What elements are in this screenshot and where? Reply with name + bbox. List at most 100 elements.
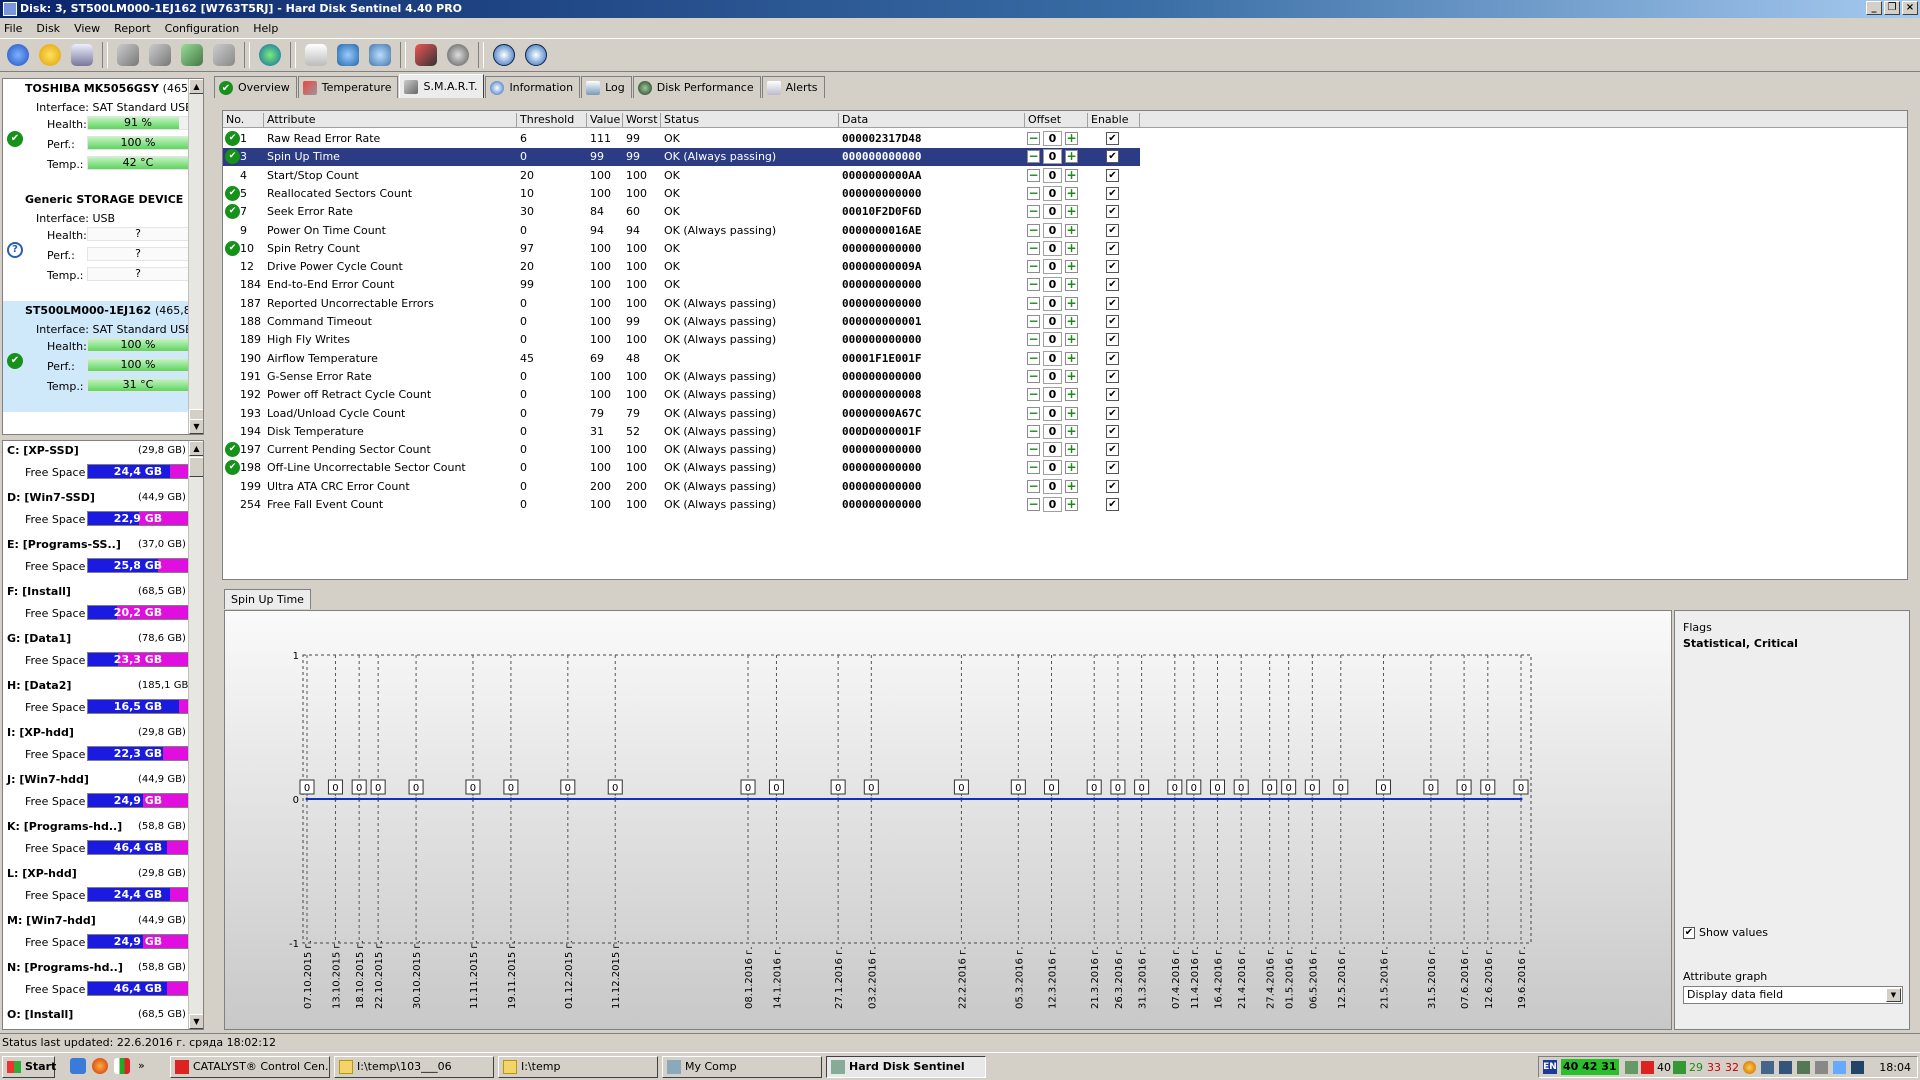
minus-icon[interactable]: −: [1027, 479, 1040, 493]
enable-checkbox[interactable]: ✔: [1106, 205, 1119, 219]
show-values-checkbox[interactable]: ✔ Show values: [1683, 926, 1768, 939]
task-hard-disk-sentinel[interactable]: Hard Disk Sentinel: [826, 1056, 986, 1078]
volume-item[interactable]: H: [Data2] (185,1 GB) Free Space 16,5 GB: [3, 676, 203, 723]
table-row[interactable]: 193 Load/Unload Cycle Count 0 79 79 OK (Alway…: [223, 405, 1140, 423]
chevron-down-icon[interactable]: ▼: [1886, 988, 1901, 1002]
enable-checkbox[interactable]: ✔: [1106, 278, 1119, 292]
menu-configuration[interactable]: Configuration: [165, 22, 240, 35]
test-button-4[interactable]: [210, 41, 238, 69]
enable-checkbox[interactable]: ✔: [1106, 333, 1119, 347]
tab-smart[interactable]: S.M.A.R.T.: [399, 74, 485, 98]
task-my-comp[interactable]: My Comp: [662, 1056, 822, 1078]
offset-field[interactable]: 0: [1043, 350, 1062, 366]
table-row[interactable]: ✔ 197 Current Pending Sector Count 0 100 100 O…: [223, 441, 1140, 459]
col-no[interactable]: No.: [223, 113, 264, 128]
minus-icon[interactable]: −: [1027, 369, 1040, 383]
language-indicator[interactable]: EN: [1543, 1060, 1557, 1074]
volume-item[interactable]: N: [Programs-hd..] (58,8 GB) Free Space 46,…: [3, 958, 203, 1005]
table-row[interactable]: ✔ 198 Off-Line Uncorrectable Sector Count 0…: [223, 459, 1140, 477]
enable-checkbox[interactable]: ✔: [1106, 132, 1119, 145]
tray-gauge-icon[interactable]: [1743, 1061, 1756, 1074]
enable-checkbox[interactable]: ✔: [1106, 443, 1119, 457]
quicklaunch-firefox-icon[interactable]: [92, 1058, 108, 1074]
scroll-up-arrow-icon[interactable]: ▲: [189, 441, 203, 456]
plus-icon[interactable]: +: [1065, 424, 1078, 438]
tray-ati-icon[interactable]: [1641, 1061, 1654, 1074]
chevron-right-icon[interactable]: »: [138, 1058, 150, 1074]
col-worst[interactable]: Worst: [623, 113, 661, 128]
network-button[interactable]: [366, 41, 394, 69]
attribute-graph-select[interactable]: Display data field ▼: [1683, 986, 1903, 1004]
disk-button[interactable]: [68, 41, 96, 69]
menu-disk[interactable]: Disk: [36, 22, 60, 35]
table-row[interactable]: 199 Ultra ATA CRC Error Count 0 200 200 OK (A…: [223, 478, 1140, 496]
plus-icon[interactable]: +: [1065, 315, 1078, 328]
volume-item[interactable]: J: [Win7-hdd] (44,9 GB) Free Space 24,9 GB: [3, 770, 203, 817]
stop-button[interactable]: [412, 41, 440, 69]
plus-icon[interactable]: +: [1065, 369, 1078, 383]
tab-disk-performance[interactable]: Disk Performance: [632, 76, 761, 98]
info-button[interactable]: [522, 41, 550, 69]
minus-icon[interactable]: −: [1027, 205, 1040, 219]
web-button[interactable]: [256, 41, 284, 69]
volume-item[interactable]: M: [Win7-hdd] (44,9 GB) Free Space 24,9 GB: [3, 911, 203, 958]
enable-checkbox[interactable]: ✔: [1106, 479, 1119, 493]
offset-field[interactable]: 0: [1043, 387, 1062, 403]
offset-field[interactable]: 0: [1043, 332, 1062, 348]
enable-checkbox[interactable]: ✔: [1106, 369, 1119, 383]
offset-field[interactable]: 0: [1043, 277, 1062, 293]
tray-monitor-icon[interactable]: [1625, 1061, 1638, 1074]
offset-field[interactable]: 0: [1043, 222, 1062, 238]
test-button-1[interactable]: [114, 41, 142, 69]
plus-icon[interactable]: +: [1065, 498, 1078, 511]
minus-icon[interactable]: −: [1027, 424, 1040, 438]
plus-icon[interactable]: +: [1065, 406, 1078, 420]
plus-icon[interactable]: +: [1065, 443, 1078, 457]
volume-item[interactable]: O: [Install] (68,5 GB): [3, 1005, 203, 1029]
minus-icon[interactable]: −: [1027, 315, 1040, 328]
volume-item[interactable]: C: [XP-SSD] (29,8 GB) Free Space 24,4 GB: [3, 441, 203, 488]
table-row[interactable]: 194 Disk Temperature 0 31 52 OK (Always passi…: [223, 423, 1140, 441]
table-row[interactable]: ✔ 3 Spin Up Time 0 99 99 OK (Always passing) 00…: [223, 148, 1140, 167]
enable-checkbox[interactable]: ✔: [1106, 150, 1119, 164]
enable-checkbox[interactable]: ✔: [1106, 168, 1119, 182]
volume-item[interactable]: K: [Programs-hd..] (58,8 GB) Free Space 46,…: [3, 817, 203, 864]
scroll-up-arrow-icon[interactable]: ▲: [189, 79, 203, 94]
enable-checkbox[interactable]: ✔: [1106, 351, 1119, 365]
hds-temperature-tray[interactable]: 40 42 31: [1561, 1059, 1619, 1075]
offset-field[interactable]: 0: [1043, 368, 1062, 384]
plus-icon[interactable]: +: [1065, 260, 1078, 274]
tray-shield-icon[interactable]: [1851, 1061, 1864, 1074]
quicklaunch-ie-icon[interactable]: [70, 1058, 86, 1074]
plus-icon[interactable]: +: [1065, 223, 1078, 237]
table-row[interactable]: 189 High Fly Writes 0 100 100 OK (Always pass…: [223, 331, 1140, 349]
enable-checkbox[interactable]: ✔: [1106, 461, 1119, 475]
quicklaunch-flag-icon[interactable]: [114, 1058, 130, 1074]
test-button-2[interactable]: [146, 41, 174, 69]
minus-icon[interactable]: −: [1027, 132, 1040, 145]
enable-checkbox[interactable]: ✔: [1106, 406, 1119, 420]
volume-item[interactable]: L: [XP-hdd] (29,8 GB) Free Space 24,4 GB: [3, 864, 203, 911]
table-row[interactable]: 12 Drive Power Cycle Count 20 100 100 OK 00000…: [223, 258, 1140, 276]
start-button[interactable]: Start: [2, 1056, 56, 1078]
minus-icon[interactable]: −: [1027, 296, 1040, 310]
help-button[interactable]: [490, 41, 518, 69]
task-folder-temp[interactable]: I:\temp: [498, 1056, 658, 1078]
scroll-down-arrow-icon[interactable]: ▼: [189, 1014, 203, 1029]
volume-item[interactable]: F: [Install] (68,5 GB) Free Space 20,2 GB: [3, 582, 203, 629]
refresh-button[interactable]: [4, 41, 32, 69]
plus-icon[interactable]: +: [1065, 150, 1078, 164]
table-row[interactable]: ✔ 7 Seek Error Rate 30 84 60 OK 00010F2D0F6D −0 +…: [223, 203, 1140, 221]
minus-icon[interactable]: −: [1027, 498, 1040, 511]
minus-icon[interactable]: −: [1027, 186, 1040, 200]
volume-item[interactable]: G: [Data1] (78,6 GB) Free Space 23,3 GB: [3, 629, 203, 676]
report-button[interactable]: [302, 41, 330, 69]
minus-icon[interactable]: −: [1027, 351, 1040, 365]
minus-icon[interactable]: −: [1027, 260, 1040, 274]
col-offset[interactable]: Offset: [1025, 113, 1088, 128]
offset-field[interactable]: 0: [1043, 204, 1062, 220]
minus-icon[interactable]: −: [1027, 278, 1040, 292]
offset-field[interactable]: 0: [1043, 149, 1062, 165]
col-data[interactable]: Data: [839, 113, 1025, 128]
minimize-button[interactable]: _: [1866, 1, 1882, 15]
